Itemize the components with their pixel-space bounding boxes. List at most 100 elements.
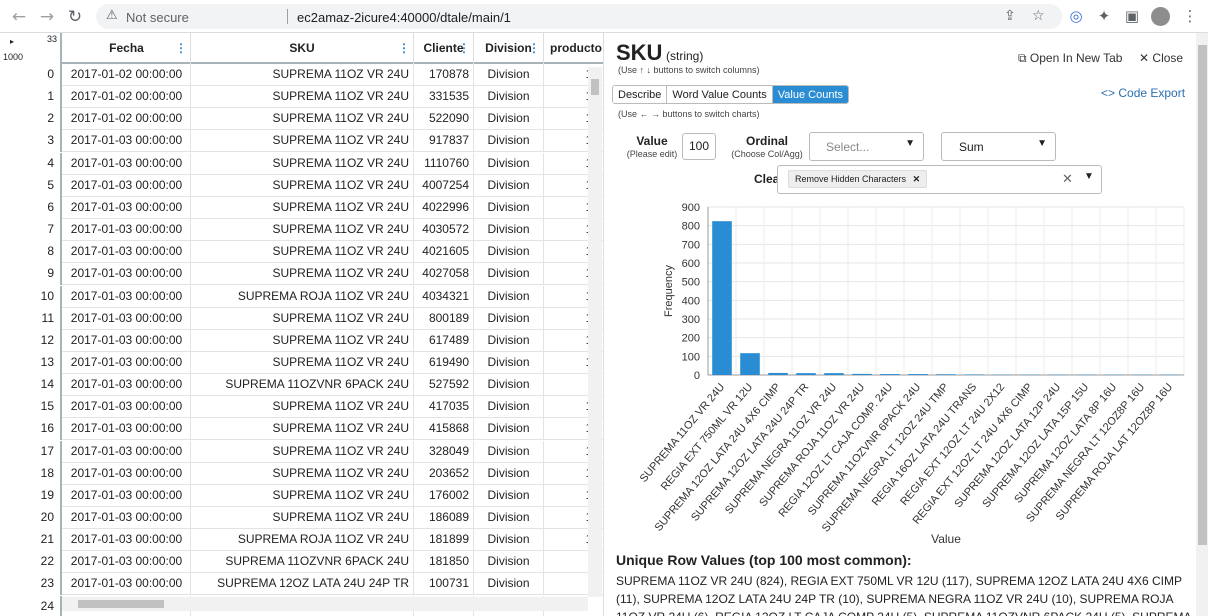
cell-cliente[interactable]: 1110760 bbox=[414, 152, 474, 175]
column-menu-icon[interactable]: ⋮ bbox=[175, 33, 187, 63]
cell-cliente[interactable]: 415868 bbox=[414, 418, 474, 441]
back-icon[interactable]: ← bbox=[8, 6, 30, 28]
cell-cliente[interactable]: 176002 bbox=[414, 484, 474, 507]
cell-fecha[interactable]: 2017-01-03 00:00:00 bbox=[63, 174, 191, 197]
cell-sku[interactable]: SUPREMA 11OZ VR 24U bbox=[191, 241, 414, 264]
cell-cliente[interactable]: 170878 bbox=[414, 64, 474, 86]
chevron-down-icon[interactable]: ▼ bbox=[1084, 171, 1094, 182]
cell-fecha[interactable]: 2017-01-03 00:00:00 bbox=[63, 307, 191, 330]
column-menu-icon[interactable]: ⋮ bbox=[458, 33, 470, 63]
cell-cliente[interactable]: 100731 bbox=[414, 573, 474, 596]
cell-division[interactable]: Division bbox=[474, 329, 544, 352]
table-row[interactable]: 16 2017-01-03 00:00:00 SUPREMA 11OZ VR 24U… bbox=[0, 418, 603, 441]
ordinal-select[interactable]: Select... ▼ bbox=[809, 132, 924, 161]
cleaner-select[interactable]: Remove Hidden Characters ✕ ✕ ▼ bbox=[777, 165, 1102, 194]
table-row[interactable]: 19 2017-01-03 00:00:00 SUPREMA 11OZ VR 24U… bbox=[0, 484, 603, 507]
cell-fecha[interactable]: 2017-01-02 00:00:00 bbox=[63, 86, 191, 109]
cell-division[interactable]: Division bbox=[474, 551, 544, 574]
scroll-thumb[interactable] bbox=[591, 79, 599, 95]
table-row[interactable]: 4 2017-01-03 00:00:00 SUPREMA 11OZ VR 24U 1… bbox=[0, 152, 603, 175]
grid-corner[interactable]: ▸ 33 1000 bbox=[0, 33, 62, 64]
cell-fecha[interactable]: 2017-01-03 00:00:00 bbox=[63, 130, 191, 153]
table-row[interactable]: 23 2017-01-03 00:00:00 SUPREMA 12OZ LATA 2… bbox=[0, 573, 603, 596]
cell-sku[interactable]: SUPREMA 11OZ VR 24U bbox=[191, 507, 414, 529]
table-row[interactable]: 3 2017-01-03 00:00:00 SUPREMA 11OZ VR 24U 9… bbox=[0, 130, 603, 153]
table-row[interactable]: 13 2017-01-03 00:00:00 SUPREMA 11OZ VR 24U… bbox=[0, 351, 603, 374]
cell-sku[interactable]: SUPREMA 11OZ VR 24U bbox=[191, 108, 414, 131]
cell-fecha[interactable]: 2017-01-02 00:00:00 bbox=[63, 64, 191, 86]
menu-toggle-icon[interactable]: ▸ bbox=[10, 37, 14, 46]
table-row[interactable]: 15 2017-01-03 00:00:00 SUPREMA 11OZ VR 24U… bbox=[0, 396, 603, 419]
cell-fecha[interactable]: 2017-01-03 00:00:00 bbox=[63, 396, 191, 419]
puzzle-icon[interactable]: ✦ bbox=[1094, 6, 1114, 26]
cell-division[interactable]: Division bbox=[474, 418, 544, 441]
scroll-thumb[interactable] bbox=[78, 600, 164, 608]
cell-sku[interactable]: SUPREMA 11OZ VR 24U bbox=[191, 440, 414, 463]
cell-fecha[interactable]: 2017-01-03 00:00:00 bbox=[63, 573, 191, 596]
cell-fecha[interactable]: 2017-01-03 00:00:00 bbox=[63, 374, 191, 397]
cell-cliente[interactable]: 4021605 bbox=[414, 241, 474, 264]
open-new-tab-button[interactable]: ⧉ Open In New Tab bbox=[1018, 51, 1122, 66]
cell-cliente[interactable]: 4034321 bbox=[414, 285, 474, 308]
value-input[interactable]: 100 bbox=[682, 133, 716, 160]
scroll-thumb[interactable] bbox=[1198, 45, 1207, 545]
cell-sku[interactable]: SUPREMA 11OZ VR 24U bbox=[191, 263, 414, 286]
cell-cliente[interactable]: 4022996 bbox=[414, 196, 474, 219]
address-bar[interactable]: ⚠ Not secure ec2amaz-2icure4:40000/dtale… bbox=[96, 4, 1062, 29]
cell-division[interactable]: Division bbox=[474, 529, 544, 552]
cell-division[interactable]: Division bbox=[474, 307, 544, 330]
cell-sku[interactable]: SUPREMA 11OZ VR 24U bbox=[191, 174, 414, 197]
cell-fecha[interactable]: 2017-01-03 00:00:00 bbox=[63, 507, 191, 529]
cell-sku[interactable]: SUPREMA 11OZ VR 24U bbox=[191, 86, 414, 109]
cell-division[interactable]: Division bbox=[474, 462, 544, 485]
close-button[interactable]: ✕ Close bbox=[1139, 51, 1183, 65]
table-row[interactable]: 20 2017-01-03 00:00:00 SUPREMA 11OZ VR 24U… bbox=[0, 507, 603, 529]
profile-avatar[interactable] bbox=[1151, 7, 1170, 26]
cell-division[interactable]: Division bbox=[474, 196, 544, 219]
cell-sku[interactable]: SUPREMA 11OZ VR 24U bbox=[191, 351, 414, 374]
cell-sku[interactable]: SUPREMA ROJA 11OZ VR 24U bbox=[191, 529, 414, 552]
cell-sku[interactable]: SUPREMA 11OZ VR 24U bbox=[191, 462, 414, 485]
cell-division[interactable]: Division bbox=[474, 241, 544, 264]
cell-cliente[interactable]: 181899 bbox=[414, 529, 474, 552]
cell-fecha[interactable]: 2017-01-03 00:00:00 bbox=[63, 484, 191, 507]
cell-cliente[interactable]: 617489 bbox=[414, 329, 474, 352]
cell-sku[interactable]: SUPREMA 11OZ VR 24U bbox=[191, 196, 414, 219]
column-header-producto[interactable]: producto bbox=[544, 33, 603, 64]
url-text[interactable]: ec2amaz-2icure4:40000/dtale/main/1 bbox=[297, 10, 511, 25]
cell-cliente[interactable]: 917837 bbox=[414, 130, 474, 153]
cell-sku[interactable]: SUPREMA 11OZ VR 24U bbox=[191, 307, 414, 330]
table-row[interactable]: 14 2017-01-03 00:00:00 SUPREMA 11OZVNR 6PA… bbox=[0, 374, 603, 397]
cell-sku[interactable]: SUPREMA ROJA 11OZ VR 24U bbox=[191, 285, 414, 308]
cell-fecha[interactable]: 2017-01-03 00:00:00 bbox=[63, 196, 191, 219]
cell-division[interactable]: Division bbox=[474, 351, 544, 374]
cell-division[interactable]: Division bbox=[474, 86, 544, 109]
cell-sku[interactable]: SUPREMA 11OZ VR 24U bbox=[191, 484, 414, 507]
cell-cliente[interactable]: 181850 bbox=[414, 551, 474, 574]
cell-cliente[interactable]: 4007254 bbox=[414, 174, 474, 197]
sidepanel-icon[interactable]: ▣ bbox=[1122, 6, 1142, 26]
cell-division[interactable]: Division bbox=[474, 263, 544, 286]
cell-division[interactable]: Division bbox=[474, 440, 544, 463]
cell-fecha[interactable]: 2017-01-03 00:00:00 bbox=[63, 152, 191, 175]
table-row[interactable]: 18 2017-01-03 00:00:00 SUPREMA 11OZ VR 24U… bbox=[0, 462, 603, 485]
grid-horizontal-scrollbar[interactable] bbox=[62, 597, 588, 611]
tab-describe[interactable]: Describe bbox=[613, 86, 668, 103]
cell-division[interactable]: Division bbox=[474, 573, 544, 596]
table-row[interactable]: 11 2017-01-03 00:00:00 SUPREMA 11OZ VR 24U… bbox=[0, 307, 603, 330]
cell-fecha[interactable]: 2017-01-03 00:00:00 bbox=[63, 351, 191, 374]
table-row[interactable]: 12 2017-01-03 00:00:00 SUPREMA 11OZ VR 24U… bbox=[0, 329, 603, 352]
extension-icon[interactable]: ◎ bbox=[1066, 6, 1086, 26]
cell-fecha[interactable]: 2017-01-03 00:00:00 bbox=[63, 462, 191, 485]
cell-fecha[interactable]: 2017-01-03 00:00:00 bbox=[63, 529, 191, 552]
column-header-cliente[interactable]: Cliente ⋮ bbox=[414, 33, 474, 64]
table-row[interactable]: 9 2017-01-03 00:00:00 SUPREMA 11OZ VR 24U 4… bbox=[0, 263, 603, 286]
cell-sku[interactable]: SUPREMA 11OZVNR 6PACK 24U bbox=[191, 374, 414, 397]
cell-division[interactable]: Division bbox=[474, 174, 544, 197]
table-row[interactable]: 0 2017-01-02 00:00:00 SUPREMA 11OZ VR 24U 1… bbox=[0, 64, 603, 86]
table-row[interactable]: 2 2017-01-02 00:00:00 SUPREMA 11OZ VR 24U 5… bbox=[0, 108, 603, 131]
cell-cliente[interactable]: 328049 bbox=[414, 440, 474, 463]
cell-cliente[interactable]: 186089 bbox=[414, 507, 474, 529]
aggregation-select[interactable]: Sum ▼ bbox=[941, 132, 1056, 161]
cell-sku[interactable]: SUPREMA 11OZ VR 24U bbox=[191, 219, 414, 242]
